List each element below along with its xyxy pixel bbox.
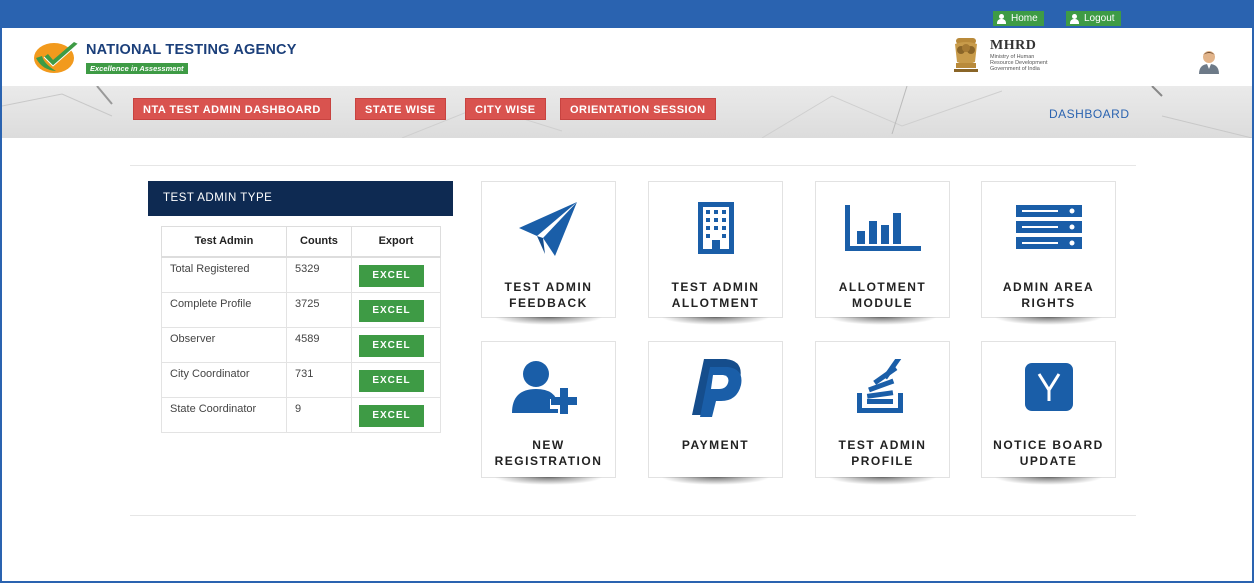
tile-admin-area-rights[interactable]: ADMIN AREA RIGHTS <box>981 181 1116 325</box>
tile-label: PAYMENT <box>681 438 750 452</box>
tile-allotment-module[interactable]: ALLOTMENT MODULE <box>815 181 950 325</box>
count-cell: 731 <box>286 361 352 398</box>
export-cell: EXCEL <box>351 256 441 293</box>
divider <box>130 515 1136 516</box>
tile-label: TEST ADMIN ALLOTMENT <box>671 280 760 310</box>
count-cell: 4589 <box>286 326 352 363</box>
bar-chart-icon <box>844 205 921 251</box>
table-row: Observer 4589 EXCEL <box>161 326 441 363</box>
tile-test-admin-allotment[interactable]: TEST ADMIN ALLOTMENT <box>648 181 783 325</box>
app-frame: Home Logout NATIONAL TESTING AGENCY Exce… <box>0 0 1254 583</box>
tile-new-registration[interactable]: NEW REGISTRATION <box>481 341 616 485</box>
tile-label: TEST ADMIN FEEDBACK <box>504 280 593 310</box>
ministry-title: MHRD <box>990 38 1037 53</box>
paper-plane-icon <box>518 202 577 256</box>
nav-orientation-session[interactable]: ORIENTATION SESSION <box>560 98 716 120</box>
tile-label: ADMIN AREA RIGHTS <box>1002 280 1095 310</box>
excel-export-button[interactable]: EXCEL <box>359 299 424 322</box>
ministry-line: Government of India <box>990 66 1040 72</box>
admin-type-cell: State Coordinator <box>161 396 287 433</box>
export-cell: EXCEL <box>351 396 441 433</box>
nav-nta-test-admin-dashboard[interactable]: NTA TEST ADMIN DASHBOARD <box>133 98 331 120</box>
user-plus-icon <box>511 361 577 415</box>
panel-title: TEST ADMIN TYPE <box>148 181 453 216</box>
divider <box>130 165 1136 166</box>
nta-logo <box>34 42 79 73</box>
y-square-icon <box>1024 363 1073 411</box>
admin-type-cell: Complete Profile <box>161 291 287 328</box>
export-cell: EXCEL <box>351 326 441 363</box>
admin-type-cell: City Coordinator <box>161 361 287 398</box>
column-header: Test Admin <box>161 226 287 258</box>
table-row: City Coordinator 731 EXCEL <box>161 361 441 398</box>
top-bar: Home Logout <box>2 0 1252 28</box>
count-cell: 9 <box>286 396 352 433</box>
ministry-block: MHRD Ministry of Human Resource Developm… <box>990 38 1047 72</box>
tile-label: NOTICE BOARD UPDATE <box>993 438 1104 468</box>
tile-label: TEST ADMIN PROFILE <box>838 438 927 468</box>
user-icon <box>997 13 1006 24</box>
nav-state-wise[interactable]: STATE WISE <box>355 98 446 120</box>
nav-city-wise[interactable]: CITY WISE <box>465 98 546 120</box>
excel-export-button[interactable]: EXCEL <box>359 404 424 427</box>
admin-type-cell: Observer <box>161 326 287 363</box>
tile-label: NEW REGISTRATION <box>494 438 603 468</box>
logout-link[interactable]: Logout <box>1066 11 1121 26</box>
national-emblem-icon <box>954 38 978 72</box>
column-header: Counts <box>286 226 352 258</box>
paypal-icon <box>691 359 741 417</box>
dashboard-breadcrumb[interactable]: DASHBOARD <box>1049 107 1130 121</box>
excel-export-button[interactable]: EXCEL <box>359 264 424 287</box>
user-icon <box>1070 13 1079 24</box>
excel-export-button[interactable]: EXCEL <box>359 334 424 357</box>
table-header-row: Test Admin Counts Export <box>161 226 441 258</box>
tile-label: ALLOTMENT MODULE <box>838 280 927 310</box>
home-link-label: Home <box>1011 13 1038 24</box>
tile-notice-board-update[interactable]: NOTICE BOARD UPDATE <box>981 341 1116 485</box>
column-header: Export <box>351 226 441 258</box>
tile-test-admin-profile[interactable]: TEST ADMIN PROFILE <box>815 341 950 485</box>
test-admin-table: Test Admin Counts Export Total Registere… <box>161 226 441 433</box>
count-cell: 3725 <box>286 291 352 328</box>
count-cell: 5329 <box>286 256 352 293</box>
nav-banner: NTA TEST ADMIN DASHBOARD STATE WISE CITY… <box>2 86 1252 138</box>
admin-type-cell: Total Registered <box>161 256 287 293</box>
export-cell: EXCEL <box>351 291 441 328</box>
export-cell: EXCEL <box>351 361 441 398</box>
table-row: Total Registered 5329 EXCEL <box>161 256 441 293</box>
brand: NATIONAL TESTING AGENCY Excellence in As… <box>86 42 297 76</box>
table-row: State Coordinator 9 EXCEL <box>161 396 441 433</box>
server-icon <box>1015 205 1082 249</box>
table-row: Complete Profile 3725 EXCEL <box>161 291 441 328</box>
brand-name: NATIONAL TESTING AGENCY <box>86 42 297 58</box>
brand-tagline: Excellence in Assessment <box>86 63 188 74</box>
stack-overflow-icon <box>856 359 903 413</box>
tile-test-admin-feedback[interactable]: TEST ADMIN FEEDBACK <box>481 181 616 325</box>
tile-payment[interactable]: PAYMENT <box>648 341 783 485</box>
home-link[interactable]: Home <box>993 11 1044 26</box>
profile-avatar-icon[interactable] <box>1198 50 1220 74</box>
excel-export-button[interactable]: EXCEL <box>359 369 424 392</box>
logout-link-label: Logout <box>1084 13 1115 24</box>
header: NATIONAL TESTING AGENCY Excellence in As… <box>2 28 1252 86</box>
building-icon <box>697 202 734 254</box>
